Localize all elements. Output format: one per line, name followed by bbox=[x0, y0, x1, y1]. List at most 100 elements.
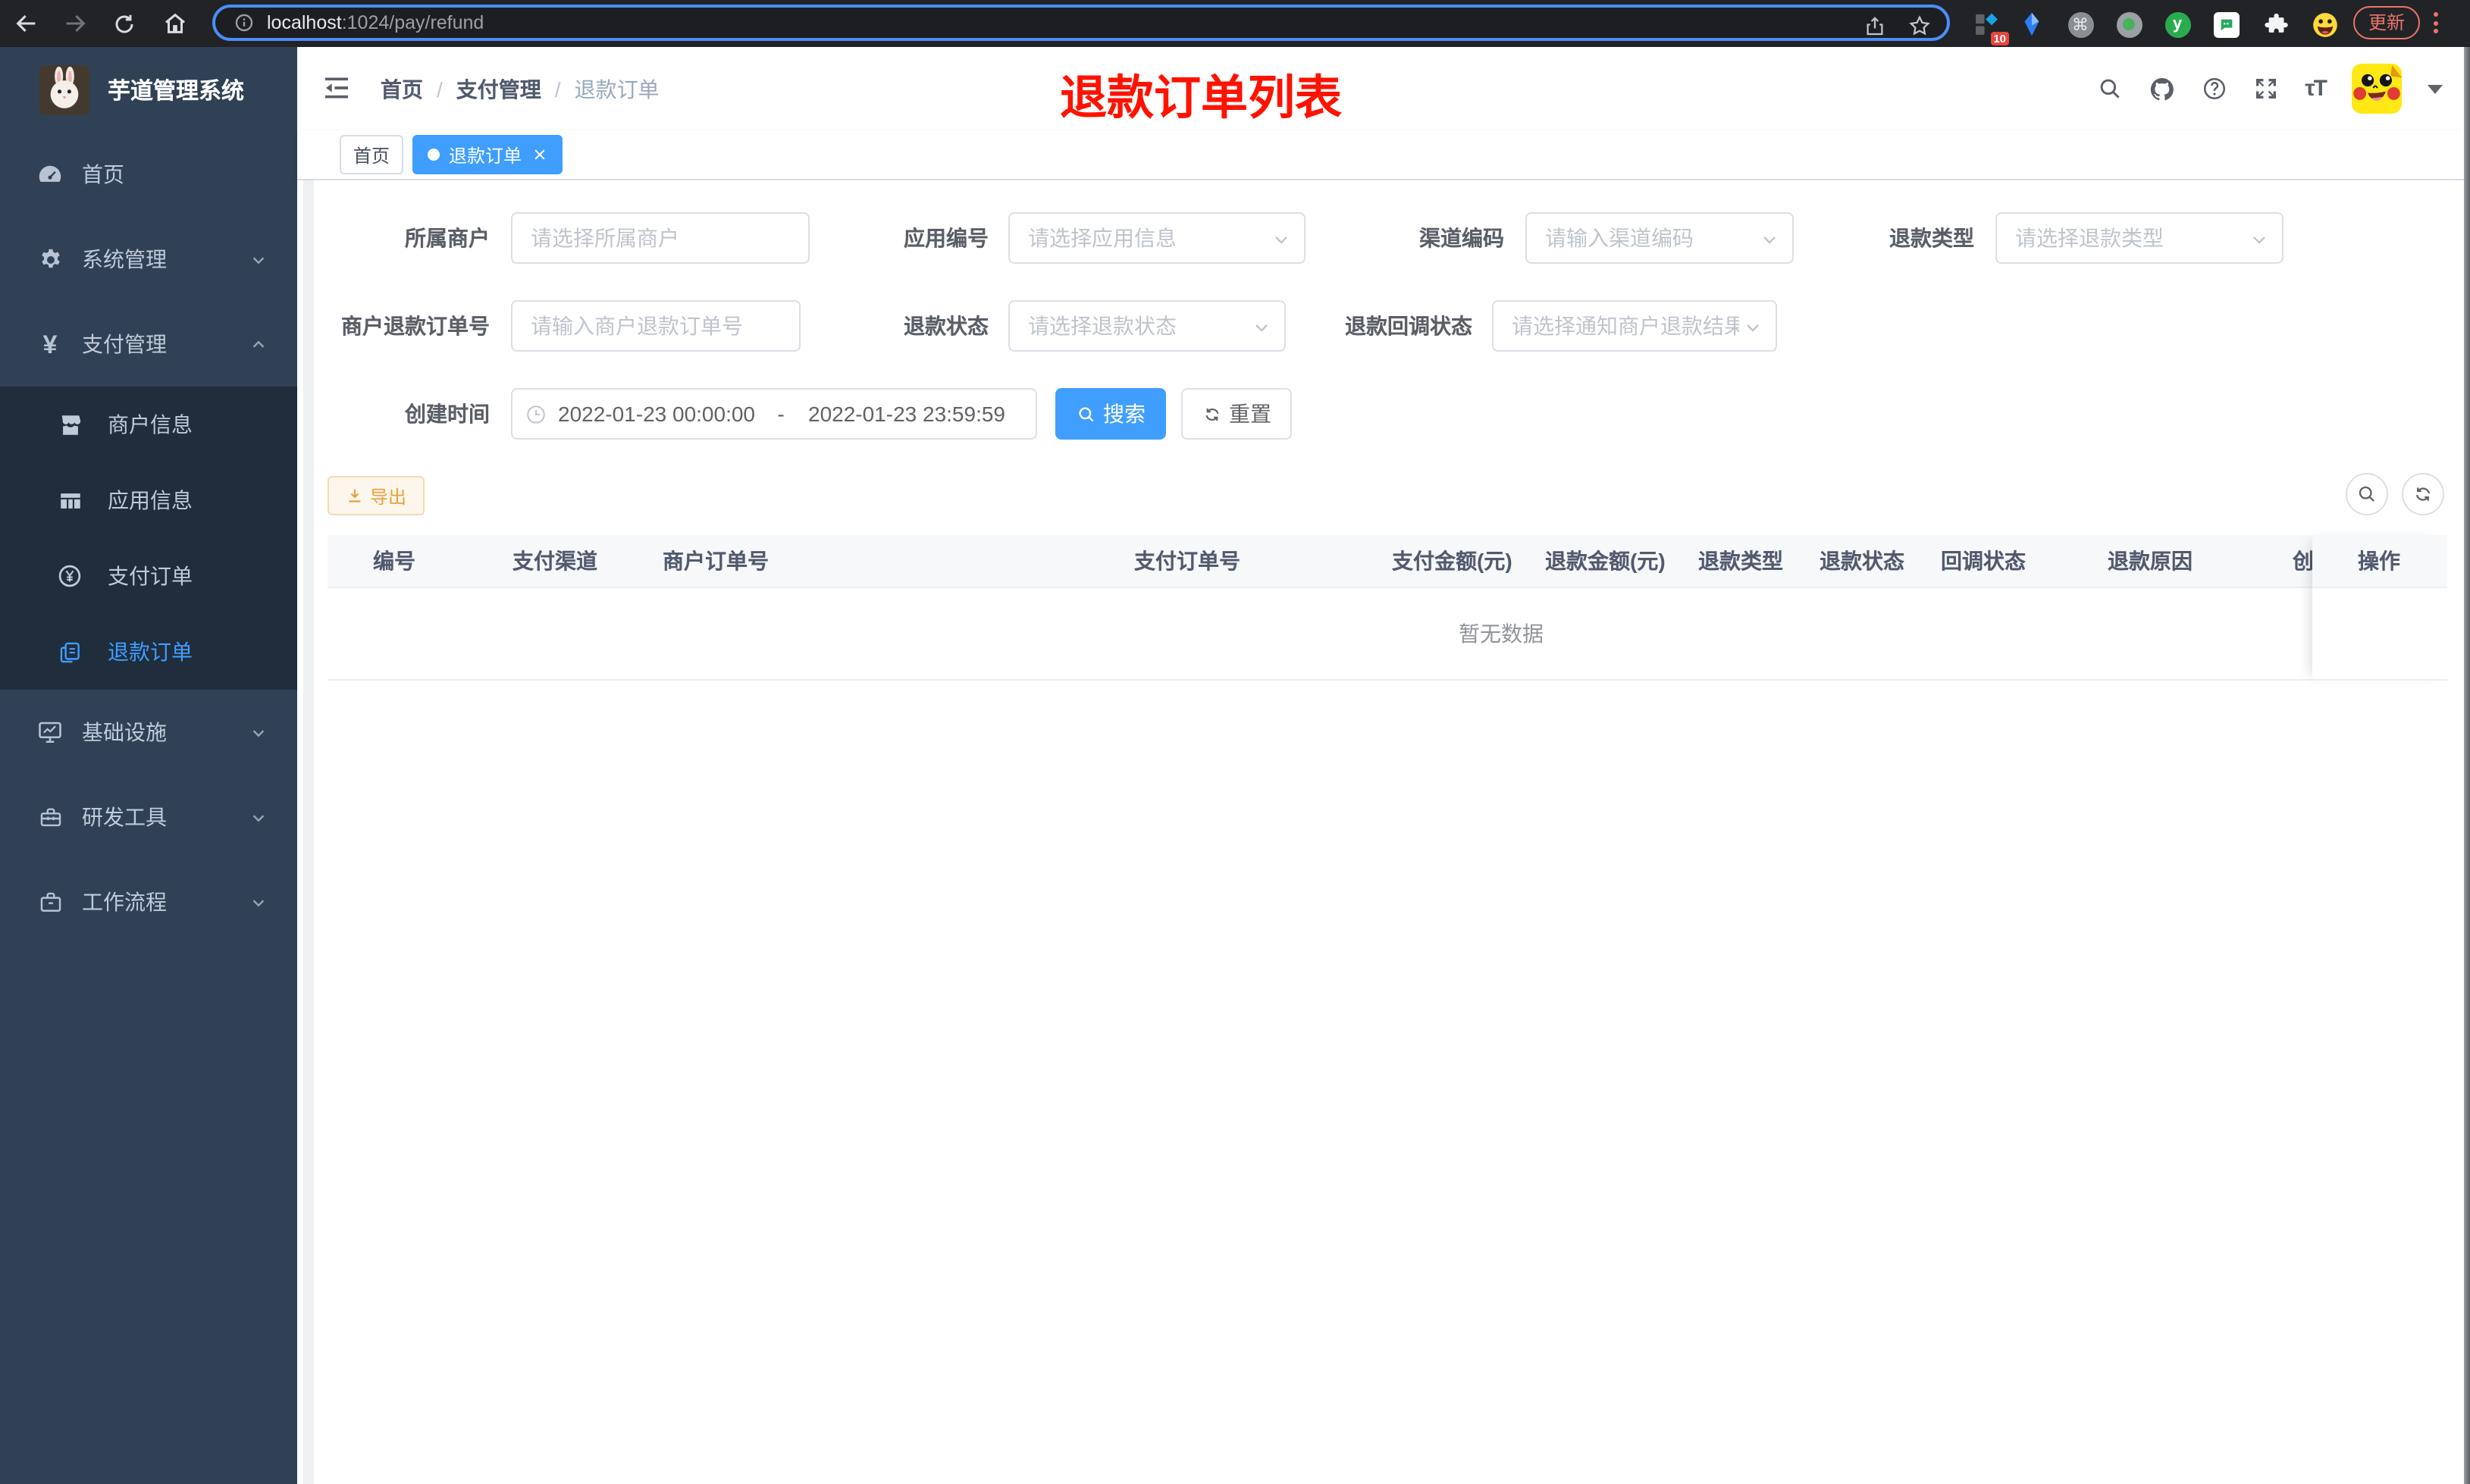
create-time-label: 创建时间 bbox=[405, 402, 490, 426]
channel-label: 渠道编码 bbox=[1419, 226, 1504, 250]
extension-chat-icon[interactable] bbox=[2208, 6, 2244, 42]
extension-puzzle-icon[interactable] bbox=[2258, 6, 2294, 42]
sidebar-item-infra[interactable]: 基础设施 bbox=[0, 690, 297, 775]
sidebar: 芋道管理系统 首页 系统管理 ¥ 支付管理 商户信息 应用信息 支付订单 退款订… bbox=[0, 47, 297, 1484]
chevron-down-icon bbox=[250, 809, 267, 825]
breadcrumb: 首页 / 支付管理 / 退款订单 bbox=[381, 47, 660, 130]
avatar-caret-icon[interactable] bbox=[2428, 84, 2443, 93]
fixed-operation-column: 操作 bbox=[2312, 535, 2447, 682]
col-pay-order-no: 支付订单号 bbox=[1134, 549, 1240, 573]
table-refresh-icon-button[interactable] bbox=[2402, 473, 2444, 515]
extension-kite-icon[interactable] bbox=[2014, 6, 2050, 42]
document-icon bbox=[56, 639, 83, 665]
export-button[interactable]: 导出 bbox=[328, 476, 425, 515]
empty-text: 暂无数据 bbox=[1459, 621, 1544, 646]
browser-menu-icon[interactable] bbox=[2426, 8, 2444, 38]
help-icon[interactable] bbox=[2202, 76, 2227, 102]
app-title: 芋道管理系统 bbox=[108, 78, 245, 104]
extension-green-dot-icon[interactable] bbox=[2111, 6, 2147, 42]
app: 芋道管理系统 首页 系统管理 ¥ 支付管理 商户信息 应用信息 支付订单 退款订… bbox=[0, 47, 2464, 1484]
col-create-time: 创建时间 bbox=[2293, 549, 2314, 573]
pay-submenu: 商户信息 应用信息 支付订单 退款订单 bbox=[0, 387, 297, 690]
refund-type-label: 退款类型 bbox=[1889, 226, 1974, 250]
app-label: 应用编号 bbox=[904, 226, 989, 250]
fullscreen-icon[interactable] bbox=[2253, 76, 2279, 102]
col-refund-amount: 退款金额(元) bbox=[1545, 549, 1666, 573]
merchant-refund-no-label: 商户退款订单号 bbox=[341, 314, 490, 338]
chevron-up-icon bbox=[250, 336, 267, 352]
refund-status-select[interactable] bbox=[1008, 300, 1286, 352]
col-operation: 操作 bbox=[2312, 535, 2447, 588]
tags-view: 首页 退款订单 bbox=[297, 130, 2464, 180]
col-refund-status: 退款状态 bbox=[1820, 549, 1904, 573]
app-select[interactable] bbox=[1008, 212, 1306, 264]
github-icon[interactable] bbox=[2149, 75, 2176, 102]
grid-icon bbox=[56, 487, 83, 513]
breadcrumb-home[interactable]: 首页 bbox=[381, 74, 423, 104]
content: 所属商户 应用编号 渠道编码 退款类型 bbox=[297, 180, 2464, 1484]
yen-circle-icon bbox=[56, 562, 83, 590]
create-time-range-picker[interactable]: 2022-01-23 00:00:00 - 2022-01-23 23:59:5… bbox=[511, 388, 1037, 440]
sidebar-item-merchant-info[interactable]: 商户信息 bbox=[0, 387, 297, 462]
channel-select[interactable] bbox=[1525, 212, 1794, 264]
site-info-icon[interactable] bbox=[234, 12, 255, 33]
notify-status-select[interactable] bbox=[1492, 300, 1777, 352]
breadcrumb-refund: 退款订单 bbox=[574, 77, 660, 101]
chevron-down-icon bbox=[250, 251, 267, 268]
sidebar-item-system[interactable]: 系统管理 bbox=[0, 217, 297, 302]
extension-y-icon[interactable]: y bbox=[2159, 6, 2196, 42]
sidebar-item-pay[interactable]: ¥ 支付管理 bbox=[0, 302, 297, 387]
notify-status-label: 退款回调状态 bbox=[1345, 314, 1472, 338]
sidebar-collapse-icon[interactable] bbox=[321, 73, 352, 103]
gear-icon bbox=[35, 246, 65, 272]
address-bar[interactable]: localhost:1024/pay/refund bbox=[212, 5, 1950, 41]
tag-refund-order[interactable]: 退款订单 bbox=[412, 135, 563, 174]
table-search-icon-button[interactable] bbox=[2346, 473, 2388, 515]
home-icon[interactable] bbox=[155, 0, 194, 47]
range-start-value[interactable]: 2022-01-23 00:00:00 bbox=[558, 402, 764, 426]
refund-type-select[interactable] bbox=[1995, 212, 2283, 264]
merchant-refund-no-input[interactable] bbox=[511, 300, 801, 352]
col-merchant-order-no: 商户订单号 bbox=[663, 549, 769, 573]
reload-icon[interactable] bbox=[105, 0, 144, 47]
page-header: 首页 / 支付管理 / 退款订单 退款订单列表 τT bbox=[297, 47, 2464, 130]
search-button[interactable]: 搜索 bbox=[1055, 388, 1166, 440]
sidebar-item-refund-order[interactable]: 退款订单 bbox=[0, 614, 297, 690]
col-id: 编号 bbox=[373, 549, 415, 573]
font-size-icon[interactable]: τT bbox=[2305, 76, 2327, 102]
share-icon[interactable] bbox=[1863, 14, 1886, 37]
sidebar-item-workflow[interactable]: 工作流程 bbox=[0, 859, 297, 944]
range-end-value[interactable]: 2022-01-23 23:59:59 bbox=[808, 402, 1014, 426]
extension-emoji-icon[interactable] bbox=[2306, 6, 2343, 42]
back-icon[interactable] bbox=[6, 0, 45, 47]
shop-icon bbox=[56, 412, 83, 437]
merchant-input[interactable] bbox=[511, 212, 810, 264]
col-channel: 支付渠道 bbox=[512, 549, 597, 573]
reset-button[interactable]: 重置 bbox=[1181, 388, 1292, 440]
extension-grid-diamond-icon[interactable]: 10 bbox=[1968, 6, 2009, 45]
url-text[interactable]: localhost:1024/pay/refund bbox=[267, 12, 484, 33]
sidebar-logo-row[interactable]: 芋道管理系统 bbox=[0, 47, 297, 132]
close-tag-icon[interactable] bbox=[532, 147, 547, 162]
col-refund-type: 退款类型 bbox=[1698, 549, 1783, 573]
tag-home[interactable]: 首页 bbox=[340, 135, 404, 174]
search-icon[interactable] bbox=[2097, 76, 2123, 102]
sidebar-item-app-info[interactable]: 应用信息 bbox=[0, 462, 297, 538]
sidebar-item-dev-tools[interactable]: 研发工具 bbox=[0, 775, 297, 859]
chevron-down-icon bbox=[250, 894, 267, 910]
user-avatar[interactable] bbox=[2352, 64, 2402, 114]
forward-icon[interactable] bbox=[55, 0, 94, 47]
sidebar-item-pay-order[interactable]: 支付订单 bbox=[0, 538, 297, 614]
col-callback-status: 回调状态 bbox=[1941, 549, 2026, 573]
breadcrumb-pay[interactable]: 支付管理 bbox=[456, 74, 541, 104]
chevron-down-icon bbox=[250, 724, 267, 740]
extension-badge: 10 bbox=[1990, 32, 2009, 45]
sidebar-item-home[interactable]: 首页 bbox=[0, 132, 297, 217]
bookmark-star-icon[interactable] bbox=[1907, 14, 1932, 38]
extension-command-icon[interactable]: ⌘ bbox=[2062, 6, 2099, 42]
col-pay-amount: 支付金额(元) bbox=[1392, 549, 1512, 573]
active-dot bbox=[428, 149, 440, 161]
briefcase-icon bbox=[35, 889, 65, 915]
clock-icon bbox=[525, 402, 547, 425]
browser-update-button[interactable]: 更新 bbox=[2353, 6, 2421, 39]
